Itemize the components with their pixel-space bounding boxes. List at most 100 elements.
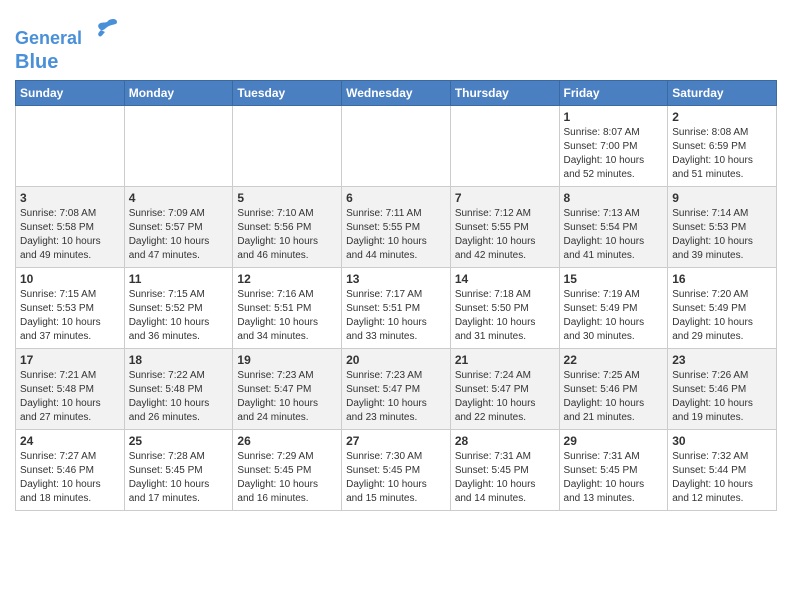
day-info: Sunrise: 7:08 AM Sunset: 5:58 PM Dayligh…: [20, 207, 120, 263]
day-number: 5: [237, 191, 337, 205]
day-number: 12: [237, 272, 337, 286]
day-info: Sunrise: 7:17 AM Sunset: 5:51 PM Dayligh…: [346, 288, 446, 344]
day-cell-19: 19Sunrise: 7:23 AM Sunset: 5:47 PM Dayli…: [233, 348, 342, 429]
day-info: Sunrise: 7:09 AM Sunset: 5:57 PM Dayligh…: [129, 207, 229, 263]
day-number: 6: [346, 191, 446, 205]
day-info: Sunrise: 7:14 AM Sunset: 5:53 PM Dayligh…: [672, 207, 772, 263]
logo-blue: Blue: [15, 50, 119, 74]
day-cell-4: 4 Sunrise: 7:09 AM Sunset: 5:57 PM Daylig…: [124, 186, 233, 267]
day-number: 17: [20, 353, 120, 367]
day-info: Sunrise: 7:11 AM Sunset: 5:55 PM Dayligh…: [346, 207, 446, 263]
day-cell-15: 15Sunrise: 7:19 AM Sunset: 5:49 PM Dayli…: [559, 267, 668, 348]
page-header: General Blue: [15, 10, 777, 74]
day-cell-16: 16 Sunrise: 7:20 AM Sunset: 5:49 PM Dayli…: [668, 267, 777, 348]
day-number: 19: [237, 353, 337, 367]
day-cell-30: 30 Sunrise: 7:32 AM Sunset: 5:44 PM Dayli…: [668, 429, 777, 510]
day-number: 29: [564, 434, 664, 448]
day-cell-21: 21Sunrise: 7:24 AM Sunset: 5:47 PM Dayli…: [450, 348, 559, 429]
day-info: Sunrise: 7:12 AM Sunset: 5:55 PM Dayligh…: [455, 207, 555, 263]
empty-cell: [233, 105, 342, 186]
day-number: 14: [455, 272, 555, 286]
day-number: 4: [129, 191, 229, 205]
day-number: 23: [672, 353, 772, 367]
day-cell-17: 17 Sunrise: 7:21 AM Sunset: 5:48 PM Dayli…: [16, 348, 125, 429]
day-info: Sunrise: 7:18 AM Sunset: 5:50 PM Dayligh…: [455, 288, 555, 344]
day-cell-23: 23 Sunrise: 7:26 AM Sunset: 5:46 PM Dayli…: [668, 348, 777, 429]
day-info: Sunrise: 8:07 AM Sunset: 7:00 PM Dayligh…: [564, 126, 664, 182]
day-info: Sunrise: 7:22 AM Sunset: 5:48 PM Dayligh…: [129, 369, 229, 425]
empty-cell: [342, 105, 451, 186]
day-number: 13: [346, 272, 446, 286]
day-cell-13: 13 Sunrise: 7:17 AM Sunset: 5:51 PM Dayli…: [342, 267, 451, 348]
empty-cell: [16, 105, 125, 186]
day-info: Sunrise: 7:10 AM Sunset: 5:56 PM Dayligh…: [237, 207, 337, 263]
day-cell-6: 6 Sunrise: 7:11 AM Sunset: 5:55 PM Daylig…: [342, 186, 451, 267]
day-info: Sunrise: 7:26 AM Sunset: 5:46 PM Dayligh…: [672, 369, 772, 425]
weekday-header-monday: Monday: [124, 80, 233, 105]
day-number: 8: [564, 191, 664, 205]
day-number: 9: [672, 191, 772, 205]
day-cell-8: 8 Sunrise: 7:13 AM Sunset: 5:54 PM Daylig…: [559, 186, 668, 267]
day-info: Sunrise: 7:15 AM Sunset: 5:53 PM Dayligh…: [20, 288, 120, 344]
logo-bird-icon: [89, 16, 119, 44]
day-number: 24: [20, 434, 120, 448]
day-info: Sunrise: 7:31 AM Sunset: 5:45 PM Dayligh…: [564, 450, 664, 506]
week-row-5: 24Sunrise: 7:27 AM Sunset: 5:46 PM Dayli…: [16, 429, 777, 510]
day-cell-1: 1 Sunrise: 8:07 AM Sunset: 7:00 PM Daylig…: [559, 105, 668, 186]
week-row-3: 10Sunrise: 7:15 AM Sunset: 5:53 PM Dayli…: [16, 267, 777, 348]
day-cell-7: 7 Sunrise: 7:12 AM Sunset: 5:55 PM Daylig…: [450, 186, 559, 267]
weekday-header-saturday: Saturday: [668, 80, 777, 105]
day-cell-14: 14 Sunrise: 7:18 AM Sunset: 5:50 PM Dayli…: [450, 267, 559, 348]
day-info: Sunrise: 7:25 AM Sunset: 5:46 PM Dayligh…: [564, 369, 664, 425]
day-cell-10: 10Sunrise: 7:15 AM Sunset: 5:53 PM Dayli…: [16, 267, 125, 348]
day-cell-9: 9 Sunrise: 7:14 AM Sunset: 5:53 PM Daylig…: [668, 186, 777, 267]
day-cell-25: 25 Sunrise: 7:28 AM Sunset: 5:45 PM Dayli…: [124, 429, 233, 510]
day-cell-22: 22Sunrise: 7:25 AM Sunset: 5:46 PM Dayli…: [559, 348, 668, 429]
day-info: Sunrise: 7:23 AM Sunset: 5:47 PM Dayligh…: [346, 369, 446, 425]
day-cell-12: 12 Sunrise: 7:16 AM Sunset: 5:51 PM Dayli…: [233, 267, 342, 348]
day-cell-18: 18 Sunrise: 7:22 AM Sunset: 5:48 PM Dayli…: [124, 348, 233, 429]
day-number: 21: [455, 353, 555, 367]
day-cell-28: 28 Sunrise: 7:31 AM Sunset: 5:45 PM Dayli…: [450, 429, 559, 510]
day-number: 30: [672, 434, 772, 448]
day-info: Sunrise: 7:20 AM Sunset: 5:49 PM Dayligh…: [672, 288, 772, 344]
empty-cell: [124, 105, 233, 186]
day-number: 1: [564, 110, 664, 124]
day-info: Sunrise: 8:08 AM Sunset: 6:59 PM Dayligh…: [672, 126, 772, 182]
day-cell-24: 24Sunrise: 7:27 AM Sunset: 5:46 PM Dayli…: [16, 429, 125, 510]
day-info: Sunrise: 7:13 AM Sunset: 5:54 PM Dayligh…: [564, 207, 664, 263]
day-info: Sunrise: 7:16 AM Sunset: 5:51 PM Dayligh…: [237, 288, 337, 344]
day-number: 7: [455, 191, 555, 205]
day-number: 15: [564, 272, 664, 286]
empty-cell: [450, 105, 559, 186]
day-info: Sunrise: 7:28 AM Sunset: 5:45 PM Dayligh…: [129, 450, 229, 506]
weekday-header-tuesday: Tuesday: [233, 80, 342, 105]
day-cell-20: 20Sunrise: 7:23 AM Sunset: 5:47 PM Dayli…: [342, 348, 451, 429]
day-number: 2: [672, 110, 772, 124]
day-info: Sunrise: 7:21 AM Sunset: 5:48 PM Dayligh…: [20, 369, 120, 425]
day-number: 18: [129, 353, 229, 367]
logo: General Blue: [15, 16, 119, 74]
day-info: Sunrise: 7:32 AM Sunset: 5:44 PM Dayligh…: [672, 450, 772, 506]
week-row-1: 1 Sunrise: 8:07 AM Sunset: 7:00 PM Daylig…: [16, 105, 777, 186]
week-row-2: 3 Sunrise: 7:08 AM Sunset: 5:58 PM Daylig…: [16, 186, 777, 267]
day-number: 3: [20, 191, 120, 205]
week-row-4: 17 Sunrise: 7:21 AM Sunset: 5:48 PM Dayli…: [16, 348, 777, 429]
day-number: 11: [129, 272, 229, 286]
day-info: Sunrise: 7:15 AM Sunset: 5:52 PM Dayligh…: [129, 288, 229, 344]
weekday-header-row: SundayMondayTuesdayWednesdayThursdayFrid…: [16, 80, 777, 105]
weekday-header-friday: Friday: [559, 80, 668, 105]
day-info: Sunrise: 7:31 AM Sunset: 5:45 PM Dayligh…: [455, 450, 555, 506]
day-cell-29: 29 Sunrise: 7:31 AM Sunset: 5:45 PM Dayli…: [559, 429, 668, 510]
day-number: 28: [455, 434, 555, 448]
day-cell-3: 3 Sunrise: 7:08 AM Sunset: 5:58 PM Daylig…: [16, 186, 125, 267]
logo-general: General: [15, 28, 82, 48]
day-number: 16: [672, 272, 772, 286]
weekday-header-wednesday: Wednesday: [342, 80, 451, 105]
day-number: 27: [346, 434, 446, 448]
weekday-header-sunday: Sunday: [16, 80, 125, 105]
day-number: 25: [129, 434, 229, 448]
day-cell-2: 2 Sunrise: 8:08 AM Sunset: 6:59 PM Daylig…: [668, 105, 777, 186]
day-cell-5: 5 Sunrise: 7:10 AM Sunset: 5:56 PM Daylig…: [233, 186, 342, 267]
weekday-header-thursday: Thursday: [450, 80, 559, 105]
